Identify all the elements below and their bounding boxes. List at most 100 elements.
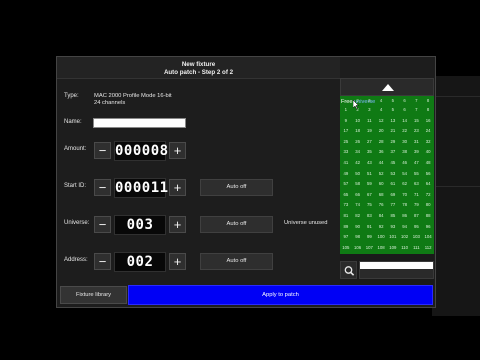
grid-channel-cell[interactable]: 27 [364,137,376,148]
grid-channel-cell[interactable]: 52 [375,169,387,180]
grid-channel-cell[interactable]: 33 [340,147,352,158]
grid-channel-cell[interactable]: 11 [364,116,376,127]
grid-channel-cell[interactable]: 94 [399,222,411,233]
grid-channel-cell[interactable]: 55 [411,169,423,180]
grid-channel-cell[interactable]: 17 [340,126,352,137]
grid-channel-cell[interactable]: 90 [352,222,364,233]
grid-channel-cell[interactable]: 70 [399,190,411,201]
grid-channel-cell[interactable]: 36 [375,147,387,158]
grid-channel-cell[interactable]: 40 [422,147,434,158]
grid-channel-cell[interactable]: 110 [399,243,411,254]
grid-channel-cell[interactable]: 59 [364,179,376,190]
grid-channel-cell[interactable]: 8 [422,105,434,116]
grid-channel-cell[interactable]: 4 [375,105,387,116]
grid-channel-cell[interactable]: 23 [411,126,423,137]
grid-channel-cell[interactable]: 111 [411,243,423,254]
grid-channel-cell[interactable]: 14 [399,116,411,127]
scroll-up-button[interactable] [340,78,434,96]
grid-channel-cell[interactable]: 102 [399,232,411,243]
grid-channel-cell[interactable]: 43 [364,158,376,169]
grid-channel-cell[interactable]: 91 [364,222,376,233]
grid-channel-cell[interactable]: 44 [375,158,387,169]
grid-channel-cell[interactable]: 76 [375,200,387,211]
grid-channel-cell[interactable]: 34 [352,147,364,158]
grid-channel-cell[interactable]: 74 [352,200,364,211]
grid-channel-cell[interactable]: 15 [411,116,423,127]
grid-channel-cell[interactable]: 56 [422,169,434,180]
grid-channel-cell[interactable]: 39 [411,147,423,158]
grid-channel-cell[interactable]: 7 [411,105,423,116]
grid-channel-cell[interactable]: 86 [399,211,411,222]
grid-channel-cell[interactable]: 10 [352,116,364,127]
grid-channel-cell[interactable]: 93 [387,222,399,233]
address-display[interactable]: 002 [114,252,166,272]
search-button[interactable] [340,261,357,279]
grid-channel-cell[interactable]: 31 [411,137,423,148]
grid-channel-cell[interactable]: 65 [340,190,352,201]
address-plus-button[interactable]: + [169,253,186,270]
grid-channel-cell[interactable]: 13 [387,116,399,127]
grid-channel-cell[interactable]: 68 [375,190,387,201]
start-id-minus-button[interactable]: − [94,179,111,196]
grid-channel-cell[interactable]: 97 [340,232,352,243]
grid-channel-cell[interactable]: 62 [399,179,411,190]
grid-channel-cell[interactable]: 58 [352,179,364,190]
grid-channel-cell[interactable]: 66 [352,190,364,201]
grid-channel-cell[interactable]: 98 [352,232,364,243]
universe-grid[interactable]: Free universe 12345678123456789101112131… [340,96,434,254]
grid-channel-cell[interactable]: 16 [422,116,434,127]
grid-channel-cell[interactable]: 77 [387,200,399,211]
grid-channel-cell[interactable]: 99 [364,232,376,243]
grid-channel-cell[interactable]: 101 [387,232,399,243]
grid-channel-cell[interactable]: 88 [422,211,434,222]
grid-channel-cell[interactable]: 5 [387,105,399,116]
amount-minus-button[interactable]: − [94,142,111,159]
grid-channel-cell[interactable]: 64 [422,179,434,190]
grid-channel-cell[interactable]: 80 [422,200,434,211]
grid-channel-cell[interactable]: 24 [422,126,434,137]
grid-channel-cell[interactable]: 51 [364,169,376,180]
address-minus-button[interactable]: − [94,253,111,270]
grid-channel-cell[interactable]: 112 [422,243,434,254]
grid-channel-cell[interactable]: 50 [352,169,364,180]
start-id-plus-button[interactable]: + [169,179,186,196]
grid-channel-cell[interactable]: 35 [364,147,376,158]
grid-channel-cell[interactable]: 61 [387,179,399,190]
grid-channel-cell[interactable]: 72 [422,190,434,201]
universe-auto-button[interactable]: Auto off [200,216,273,233]
grid-channel-cell[interactable]: 54 [399,169,411,180]
fixture-library-button[interactable]: Fixture library [60,286,127,304]
grid-channel-cell[interactable]: 22 [399,126,411,137]
grid-channel-cell[interactable]: 79 [411,200,423,211]
grid-channel-cell[interactable]: 75 [364,200,376,211]
amount-plus-button[interactable]: + [169,142,186,159]
grid-channel-cell[interactable]: 49 [340,169,352,180]
grid-channel-cell[interactable]: 29 [387,137,399,148]
grid-channel-cell[interactable]: 73 [340,200,352,211]
grid-channel-cell[interactable]: 6 [399,105,411,116]
grid-channel-cell[interactable]: 32 [422,137,434,148]
start-id-display[interactable]: 000011 [114,178,168,198]
grid-channel-cell[interactable]: 1 [340,105,352,116]
grid-channel-cell[interactable]: 83 [364,211,376,222]
grid-channel-cell[interactable]: 67 [364,190,376,201]
grid-channel-cell[interactable]: 95 [411,222,423,233]
grid-channel-cell[interactable]: 30 [399,137,411,148]
grid-channel-cell[interactable]: 107 [364,243,376,254]
grid-channel-cell[interactable]: 63 [411,179,423,190]
address-auto-button[interactable]: Auto off [200,253,273,270]
grid-channel-cell[interactable]: 3 [364,105,376,116]
scroll-down-button[interactable] [359,261,434,279]
grid-channel-cell[interactable]: 108 [375,243,387,254]
grid-channel-cell[interactable]: 28 [375,137,387,148]
grid-channel-cell[interactable]: 103 [411,232,423,243]
grid-channel-cell[interactable]: 82 [352,211,364,222]
grid-channel-cell[interactable]: 96 [422,222,434,233]
grid-channel-cell[interactable]: 78 [399,200,411,211]
apply-to-patch-button[interactable]: Apply to patch [128,285,433,305]
grid-channel-cell[interactable]: 53 [387,169,399,180]
universe-plus-button[interactable]: + [169,216,186,233]
grid-channel-cell[interactable]: 26 [352,137,364,148]
grid-channel-cell[interactable]: 42 [352,158,364,169]
grid-channel-cell[interactable]: 84 [375,211,387,222]
